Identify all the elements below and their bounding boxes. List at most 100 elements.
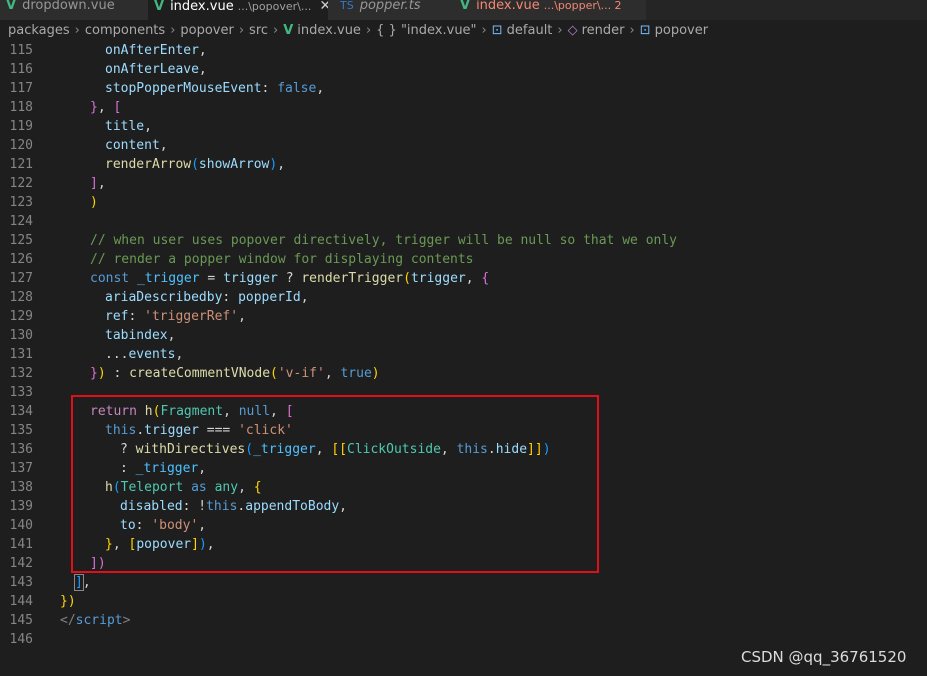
code-token: </ [60,613,76,628]
code-line: 120 content, [0,136,927,155]
code-token: ] [90,176,98,191]
vue-file-icon: V [283,23,294,38]
code-token: const [90,271,130,286]
tab-popper-ts[interactable]: TS popper.ts [328,0,446,20]
tab-description: ...\popover\... [237,0,312,13]
code-token: showArrow [198,157,270,172]
code-line: 118}, [ [0,98,927,117]
code-line: 145 </script> [0,611,927,630]
code-token: onAfterEnter [105,43,199,58]
code-token: = [207,271,216,286]
code-line: 129 ref: 'triggerRef', [0,307,927,326]
tab-description: ...\popper\... 2 [543,0,622,12]
code-token: , [97,176,106,191]
code-token: } [90,100,98,115]
code-token: , [198,62,207,77]
breadcrumb-file[interactable]: index.vue [297,23,361,38]
code-token: ... [105,347,129,362]
breadcrumb-popover-var[interactable]: popover [655,23,708,38]
code-token: , [175,347,184,362]
vue-file-icon: V [154,0,165,14]
code-token: popperId [238,290,301,305]
tab-index-vue-popper[interactable]: Vindex.vue ...\popper\... 2 [446,0,646,20]
code-token: : [261,81,270,96]
code-line: 126 // render a popper window for display… [0,250,927,269]
code-editor[interactable]: 115 onAfterEnter, 116 onAfterLeave, 117 sto… [0,41,927,676]
code-token: renderTrigger [301,271,404,286]
code-token: ) [371,366,380,381]
chevron-right-icon: › [481,23,487,38]
chevron-right-icon: › [273,23,279,38]
breadcrumb-render[interactable]: render [582,23,625,38]
code-line: 144}) [0,592,927,611]
line-number: 129 [9,309,33,324]
code-line: 131 ...events, [0,345,927,364]
line-number: 133 [9,385,33,400]
code-token: createCommentVNode [129,366,271,381]
code-token: trigger [223,271,278,286]
code-line: 122], [0,174,927,193]
breadcrumb-packages[interactable]: packages [8,23,70,38]
code-line: 116 onAfterLeave, [0,60,927,79]
line-number: 145 [9,613,33,628]
tab-dropdown-vue[interactable]: Vdropdown.vue [0,0,148,20]
line-number: 131 [9,347,33,362]
code-token: content [105,138,160,153]
chevron-right-icon: › [74,23,80,38]
code-token: }) [60,594,76,609]
line-number: 119 [9,119,33,134]
line-number: 137 [9,461,33,476]
chevron-right-icon: › [170,23,176,38]
code-line: 146 [0,630,927,649]
code-token: onAfterLeave [105,62,199,77]
line-number: 146 [9,632,33,647]
watermark: CSDN @qq_36761520 [741,648,907,666]
breadcrumb-default[interactable]: default [507,23,553,38]
code-token: tabindex [105,328,168,343]
breadcrumb-components[interactable]: components [85,23,165,38]
code-comment: // when user uses popover directively, t… [90,233,677,248]
code-token: , [159,138,168,153]
code-token: events [128,347,176,362]
code-token: 'v-if' [277,366,325,381]
vue-file-icon: V [6,0,17,13]
code-line: 132}) : createCommentVNode('v-if', true) [0,364,927,383]
line-number: 132 [9,366,33,381]
code-token: _trigger [136,271,200,286]
code-token: , [198,43,207,58]
code-token: trigger [410,271,466,286]
chevron-right-icon: › [238,23,245,38]
breadcrumb: packages › components › popover › src › Vindex.v… [0,20,927,42]
breadcrumb-popover[interactable]: popover [180,23,233,38]
line-number: 143 [9,575,33,590]
variable-icon: ⊡ [639,23,651,38]
editor-tab-bar: Vdropdown.vue Vindex.vue ...\popover\... ✕… [0,0,927,20]
tab-label: dropdown.vue [22,0,115,13]
breadcrumb-src[interactable]: src [249,23,268,38]
line-number: 122 [9,176,33,191]
code-token: , [277,157,286,172]
line-number: 144 [9,594,33,609]
code-token: true [340,366,372,381]
code-comment: // render a popper window for displaying… [90,252,474,267]
code-token: , [97,100,106,115]
code-token: ariaDescribedby [105,290,223,305]
code-line: 123) [0,193,927,212]
code-token: , [238,309,246,324]
line-number: 121 [9,157,33,172]
line-number: 124 [9,214,33,229]
code-line: 124 [0,212,927,231]
code-line: 130 tabindex, [0,326,927,345]
tab-index-vue-popover[interactable]: Vindex.vue ...\popover\... ✕ [148,0,331,20]
code-token: false [277,81,317,96]
method-icon: ◇ [567,23,578,38]
breadcrumb-module[interactable]: { } "index.vue" [376,23,476,38]
tab-label: index.vue [476,0,540,13]
line-number: 139 [9,499,33,514]
code-token: , [144,119,152,134]
line-number: 125 [9,233,33,248]
line-number: 135 [9,423,33,438]
line-number: 126 [9,252,33,267]
line-number: 141 [9,537,33,552]
line-number: 117 [9,81,33,96]
